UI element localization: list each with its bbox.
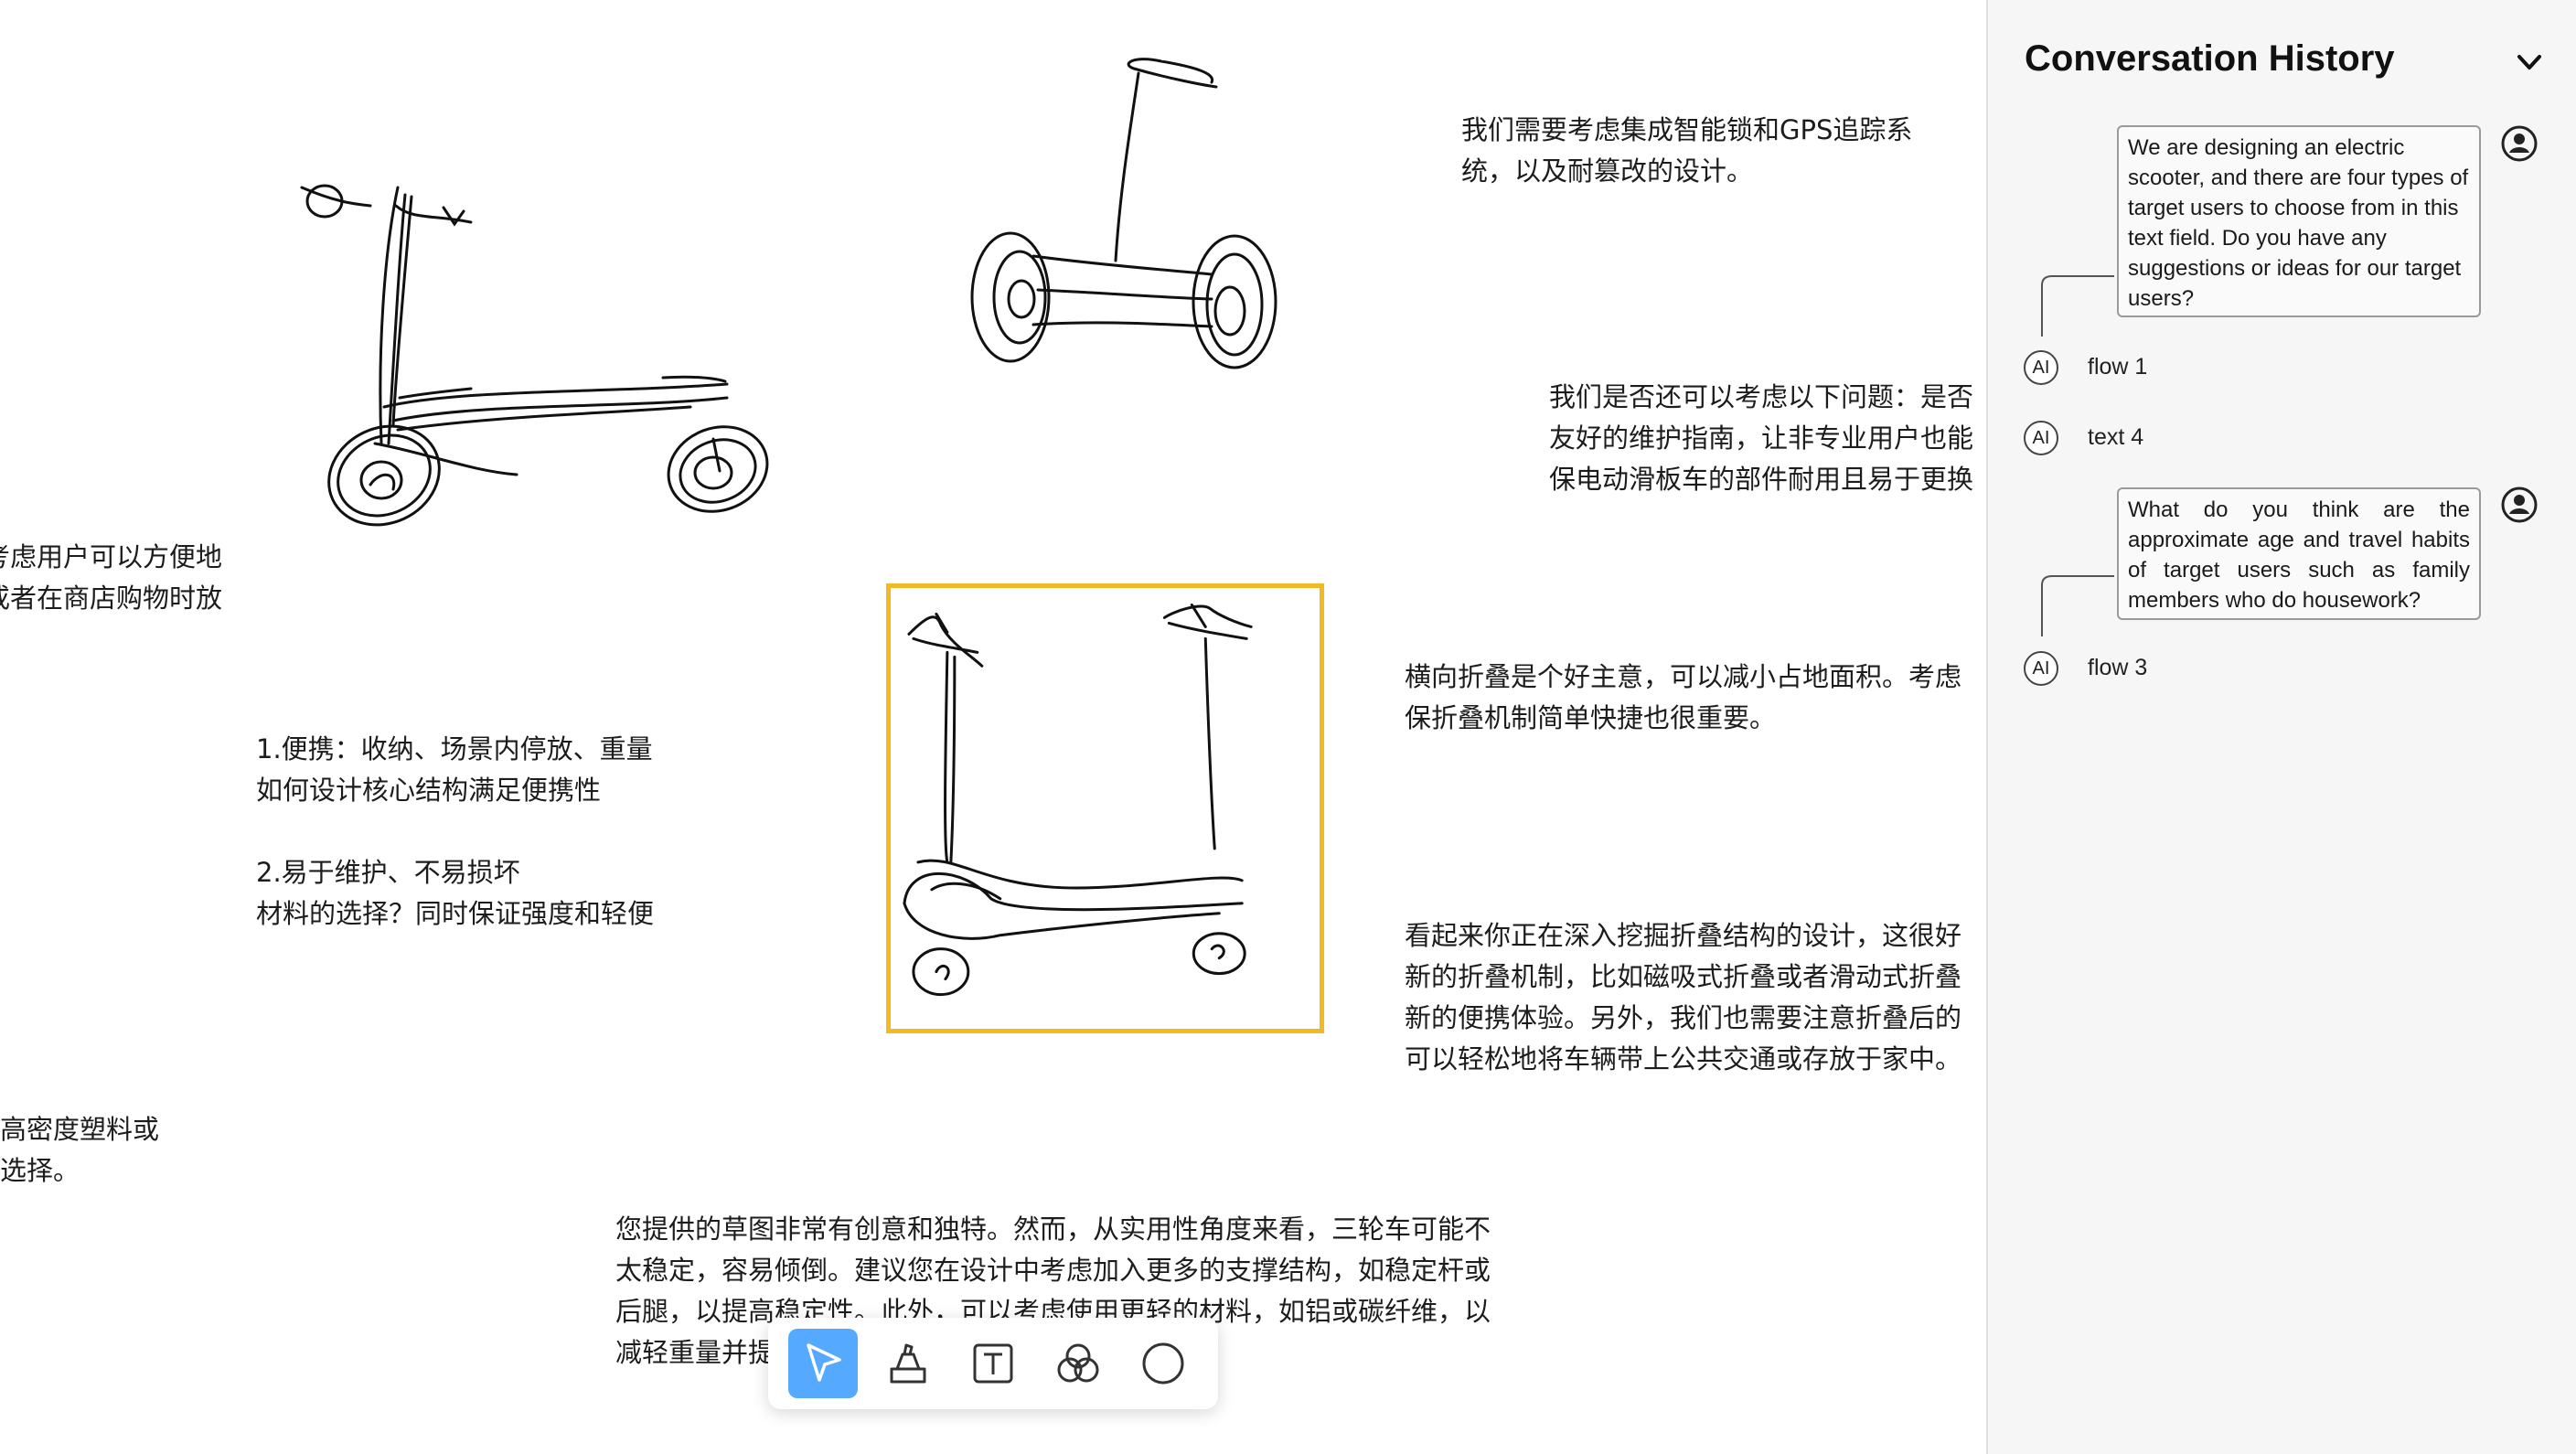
- balance-scooter-sketch[interactable]: [937, 50, 1285, 389]
- thread-connector: [2041, 575, 2114, 636]
- user-convenience-note[interactable]: 考虑用户可以方便地 或者在商店购物时放: [0, 537, 222, 619]
- tricycle-drawing: [903, 603, 1253, 997]
- circle-icon: [1142, 1342, 1184, 1385]
- material-note[interactable]: 高密度塑料或 选择。: [0, 1109, 159, 1192]
- folding-note[interactable]: 横向折叠是个好主意，可以减小占地面积。考虑 保折叠机制简单快捷也很重要。: [1405, 657, 1961, 739]
- smart-lock-note[interactable]: 我们需要考虑集成智能锁和GPS追踪系 统，以及耐篡改的设计。: [1461, 110, 1912, 192]
- scooter-sketch[interactable]: [297, 169, 791, 553]
- overlapping-circles-icon: [1057, 1343, 1099, 1383]
- ai-badge: AI: [2024, 421, 2058, 455]
- ai-response-link[interactable]: flow 3: [2088, 650, 2147, 685]
- panel-title: Conversation History: [2025, 38, 2395, 79]
- text-box-icon: [973, 1343, 1013, 1384]
- folding-structure-note[interactable]: 看起来你正在深入挖掘折叠结构的设计，这很好 新的折叠机制，比如磁吸式折叠或者滑动…: [1405, 915, 1961, 1080]
- user-avatar-icon: [2501, 125, 2538, 162]
- maintenance-note[interactable]: 我们是否还可以考虑以下问题：是否 友好的维护指南，让非专业用户也能 保电动滑板车…: [1549, 377, 1973, 500]
- scooter-drawing: [300, 184, 769, 527]
- user-message-bubble[interactable]: We are designing an electric scooter, an…: [2117, 125, 2481, 317]
- ai-badge: AI: [2024, 350, 2058, 385]
- shape-tool-button[interactable]: [1128, 1329, 1198, 1398]
- chevron-down-icon[interactable]: [2513, 46, 2546, 79]
- thread-connector: [2041, 275, 2114, 337]
- ai-response-link[interactable]: flow 1: [2088, 349, 2147, 384]
- stamp-icon: [890, 1343, 926, 1384]
- selected-tricycle-sketch[interactable]: [886, 583, 1324, 1033]
- ai-badge: AI: [2024, 651, 2058, 686]
- portability-note[interactable]: 1.便携：收纳、场景内停放、重量 如何设计核心结构满足便携性 2.易于维护、不易…: [256, 729, 654, 935]
- text-tool-button[interactable]: [958, 1329, 1028, 1398]
- select-tool-button[interactable]: [788, 1329, 859, 1398]
- drawing-toolbar: [768, 1318, 1218, 1409]
- blend-tool-button[interactable]: [1043, 1329, 1113, 1398]
- sketch-tool-button[interactable]: [873, 1329, 943, 1398]
- cursor-arrow-icon: [807, 1343, 842, 1382]
- user-avatar-icon: [2501, 486, 2538, 523]
- ai-response-link[interactable]: text 4: [2088, 420, 2143, 454]
- whiteboard-canvas[interactable]: 我们需要考虑集成智能锁和GPS追踪系 统，以及耐篡改的设计。 我们是否还可以考虑…: [0, 0, 1986, 1454]
- user-message-bubble[interactable]: What do you think are the approximate ag…: [2117, 487, 2481, 620]
- balance-scooter-drawing: [970, 58, 1277, 369]
